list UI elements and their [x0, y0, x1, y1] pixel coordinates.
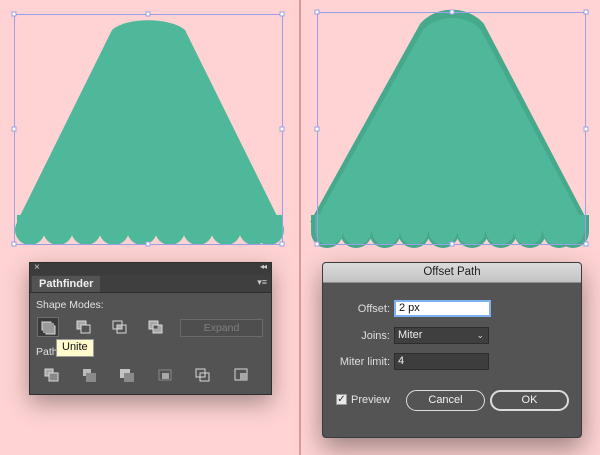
- preview-label[interactable]: Preview: [351, 394, 390, 406]
- panel-collapse-button[interactable]: ◂◂: [260, 262, 267, 271]
- joins-label: Joins:: [361, 330, 390, 342]
- panel-close-button[interactable]: ×: [34, 262, 40, 273]
- panel-tab-bar: Pathfinder ▾≡: [30, 275, 271, 293]
- trim-icon: [83, 369, 96, 382]
- left-bell-shape[interactable]: [17, 20, 280, 222]
- miter-limit-input[interactable]: 4: [394, 353, 489, 370]
- right-bell-inner[interactable]: [315, 18, 583, 222]
- minus-back-button[interactable]: [231, 365, 253, 385]
- exclude-button[interactable]: [145, 317, 167, 337]
- pathfinders-label: Path: [36, 346, 58, 358]
- merge-button[interactable]: [116, 365, 138, 385]
- pathfinder-panel: × ◂◂ Pathfinder ▾≡ Shape Modes: Expand P…: [29, 262, 272, 395]
- panel-menu-button[interactable]: ▾≡: [257, 277, 267, 288]
- preview-checkbox[interactable]: ✓: [336, 394, 347, 405]
- divide-icon: [44, 368, 59, 382]
- offset-input[interactable]: 2 px: [394, 300, 491, 317]
- expand-button[interactable]: Expand: [180, 319, 263, 337]
- unite-button[interactable]: [37, 317, 59, 337]
- exclude-icon: [148, 320, 163, 334]
- checkmark-icon: ✓: [337, 394, 346, 405]
- miter-limit-label: Miter limit:: [339, 356, 390, 368]
- outline-button[interactable]: [192, 365, 214, 385]
- joins-value: Miter: [398, 329, 423, 341]
- offset-label: Offset:: [357, 303, 390, 315]
- chevron-down-icon: ⌄: [476, 330, 484, 340]
- joins-select[interactable]: Miter ⌄: [394, 327, 489, 344]
- dialog-title[interactable]: Offset Path: [323, 263, 581, 283]
- unite-icon: [41, 321, 56, 335]
- crop-icon: [158, 369, 172, 381]
- intersect-icon: [112, 320, 127, 334]
- left-shape-group[interactable]: [11, 11, 285, 247]
- tab-pathfinder[interactable]: Pathfinder: [32, 276, 101, 292]
- minus-back-icon: [234, 368, 248, 381]
- merge-icon: [120, 369, 134, 382]
- minus-front-button[interactable]: [73, 317, 95, 337]
- trim-button[interactable]: [78, 365, 100, 385]
- left-scallops: [15, 215, 284, 245]
- divide-button[interactable]: [41, 365, 63, 385]
- outline-icon: [195, 368, 210, 382]
- crop-button[interactable]: [154, 365, 176, 385]
- ok-button[interactable]: OK: [490, 390, 569, 411]
- right-shape-group[interactable]: [310, 9, 589, 248]
- intersect-button[interactable]: [109, 317, 131, 337]
- right-scallops-inner: [315, 215, 585, 245]
- minus-front-icon: [76, 320, 91, 334]
- cancel-button[interactable]: Cancel: [406, 390, 485, 411]
- panel-title-bar[interactable]: × ◂◂: [30, 262, 271, 275]
- shape-modes-label: Shape Modes:: [36, 299, 104, 311]
- offset-path-dialog: Offset Path Offset: 2 px Joins: Miter ⌄ …: [322, 262, 582, 438]
- unite-tooltip: Unite: [56, 339, 94, 357]
